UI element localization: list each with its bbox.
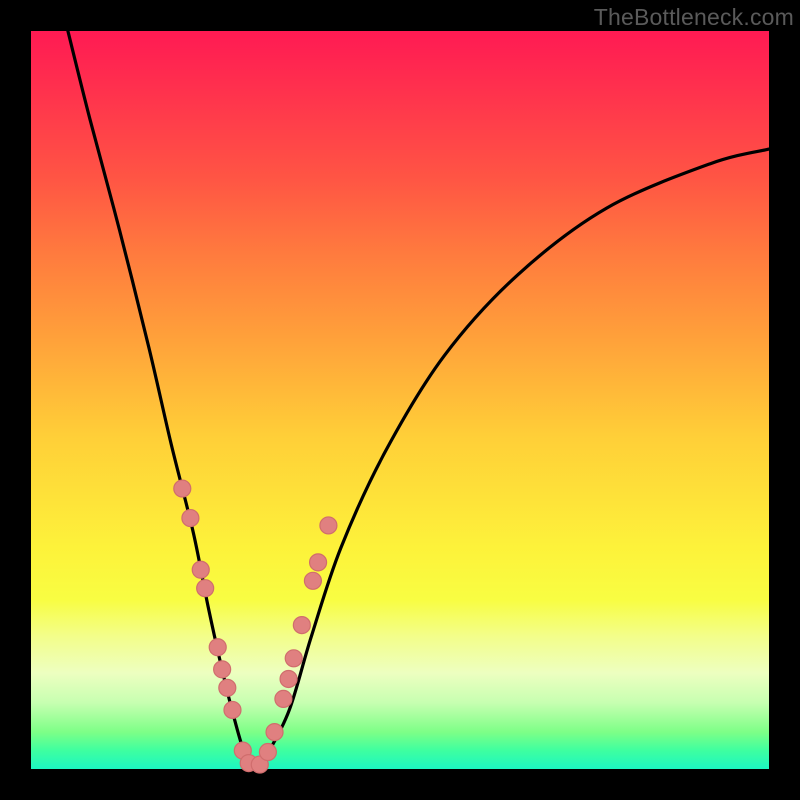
chart-frame: TheBottleneck.com (0, 0, 800, 800)
plot-gradient-background (31, 31, 769, 769)
watermark-label: TheBottleneck.com (594, 4, 794, 31)
